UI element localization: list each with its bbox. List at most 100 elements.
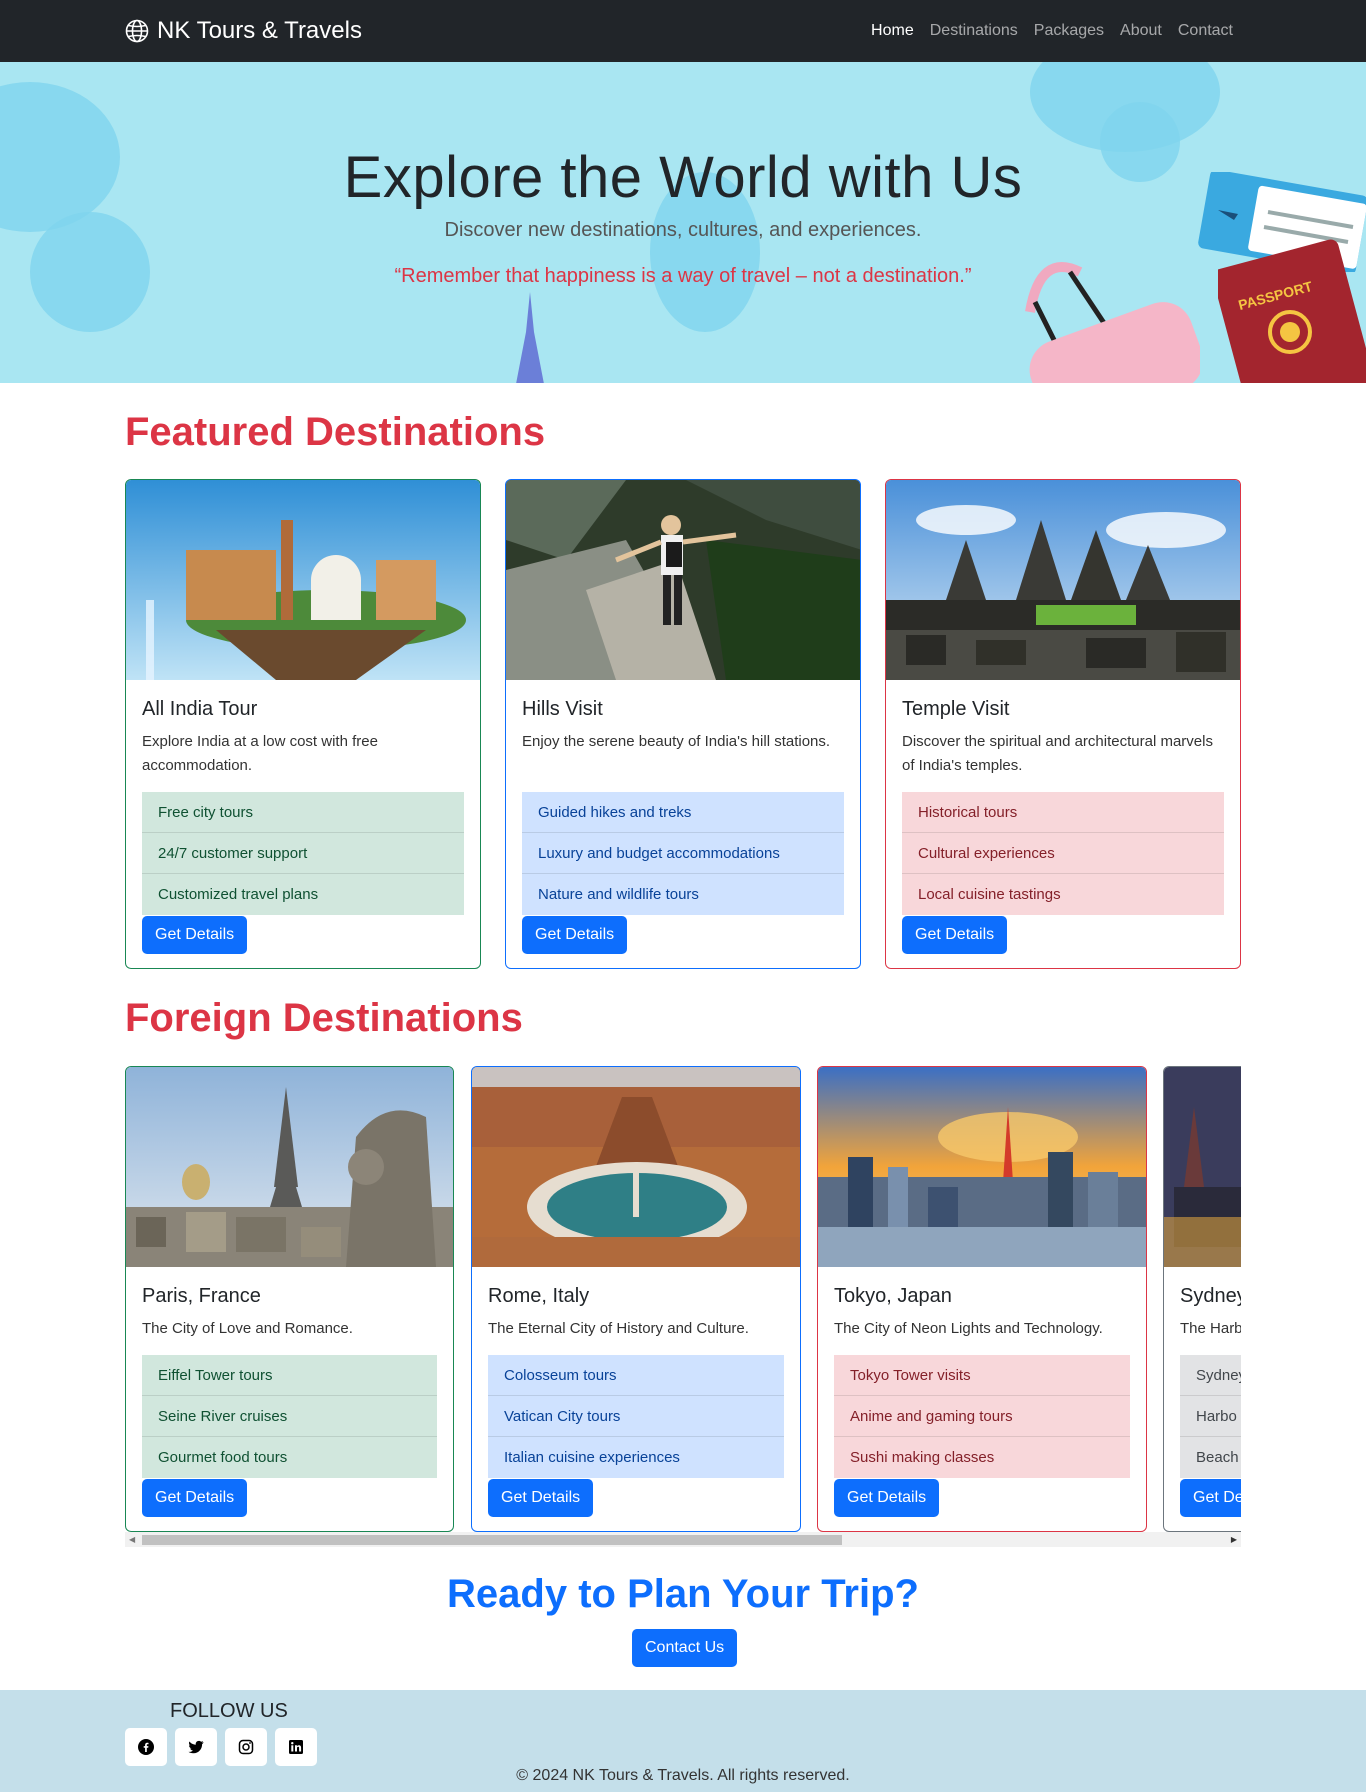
foreign-title: Foreign Destinations xyxy=(125,996,523,1040)
get-details-button[interactable]: Get Details xyxy=(902,916,1008,954)
card-title: Tokyo, Japan xyxy=(834,1285,952,1307)
list-item: Sushi making classes xyxy=(834,1437,1130,1478)
card-feature-list: Historical tours Cultural experiences Lo… xyxy=(902,792,1224,915)
card-feature-list: Eiffel Tower tours Seine River cruises G… xyxy=(142,1355,437,1478)
paris-card-image xyxy=(126,1067,453,1267)
linkedin-link[interactable] xyxy=(275,1728,317,1766)
card-title: All India Tour xyxy=(142,698,258,720)
horizontal-scrollbar[interactable]: ◀ ▶ xyxy=(125,1532,1241,1547)
nav-destinations[interactable]: Destinations xyxy=(930,22,1018,40)
list-item: Eiffel Tower tours xyxy=(142,1355,437,1396)
get-details-button[interactable]: Get Details xyxy=(522,916,628,954)
card-text: Enjoy the serene beauty of India's hill … xyxy=(522,733,831,750)
social-links xyxy=(125,1728,317,1766)
scroll-right-icon[interactable]: ▶ xyxy=(1231,1535,1237,1544)
card-feature-list: Colosseum tours Vatican City tours Itali… xyxy=(488,1355,784,1478)
sydney-card-image xyxy=(1164,1067,1241,1267)
nav-packages[interactable]: Packages xyxy=(1034,22,1104,40)
hero-subtitle: Discover new destinations, cultures, and… xyxy=(444,219,922,241)
list-item: Local cuisine tastings xyxy=(902,874,1224,915)
brand[interactable]: NK Tours & Travels xyxy=(125,0,362,62)
card-text: The Harb xyxy=(1180,1320,1241,1337)
card-title: Hills Visit xyxy=(522,698,603,720)
scroll-left-icon[interactable]: ◀ xyxy=(129,1535,135,1544)
linkedin-icon xyxy=(289,1740,303,1754)
facebook-icon xyxy=(138,1739,154,1755)
get-details-button[interactable]: Get Details xyxy=(488,1479,594,1517)
india-card-image xyxy=(126,480,480,680)
featured-card-india: All India Tour Explore India at a low co… xyxy=(125,479,481,969)
card-text: Explore India at a low cost with free ac… xyxy=(142,733,378,774)
nav-home[interactable]: Home xyxy=(871,22,914,40)
hero-quote: “Remember that happiness is a way of tra… xyxy=(394,265,972,287)
instagram-link[interactable] xyxy=(225,1728,267,1766)
get-details-button[interactable]: Get Details xyxy=(834,1479,940,1517)
foreign-destinations-scroller[interactable]: Paris, France The City of Love and Roman… xyxy=(125,1064,1241,1548)
get-details-button[interactable]: Get Details xyxy=(142,916,248,954)
list-item: Italian cuisine experiences xyxy=(488,1437,784,1478)
card-feature-list: Guided hikes and treks Luxury and budget… xyxy=(522,792,844,915)
list-item: Historical tours xyxy=(902,792,1224,833)
card-title: Temple Visit xyxy=(902,698,1010,720)
list-item: Colosseum tours xyxy=(488,1355,784,1396)
card-feature-list: Free city tours 24/7 customer support Cu… xyxy=(142,792,464,915)
list-item: Vatican City tours xyxy=(488,1396,784,1437)
footer: FOLLOW US © 2024 NK Tours & Travels. All… xyxy=(0,1690,1366,1792)
card-feature-list: Tokyo Tower visits Anime and gaming tour… xyxy=(834,1355,1130,1478)
foreign-card-rome: Rome, Italy The Eternal City of History … xyxy=(471,1066,801,1532)
featured-title: Featured Destinations xyxy=(125,410,546,454)
list-item: Harbo xyxy=(1180,1396,1241,1437)
foreign-card-tokyo: Tokyo, Japan The City of Neon Lights and… xyxy=(817,1066,1147,1532)
nav-contact[interactable]: Contact xyxy=(1178,22,1233,40)
card-text: The City of Love and Romance. xyxy=(142,1320,353,1337)
facebook-link[interactable] xyxy=(125,1728,167,1766)
contact-us-button[interactable]: Contact Us xyxy=(632,1629,738,1667)
card-text: The Eternal City of History and Culture. xyxy=(488,1320,749,1337)
get-details-button[interactable]: Get Details xyxy=(142,1479,248,1517)
card-title: Sydney xyxy=(1180,1285,1241,1307)
foreign-card-paris: Paris, France The City of Love and Roman… xyxy=(125,1066,454,1532)
foreign-card-sydney: Sydney The Harb Sydney Harbo Beach Get D… xyxy=(1163,1066,1241,1532)
card-text: Discover the spiritual and architectural… xyxy=(902,733,1213,774)
twitter-link[interactable] xyxy=(175,1728,217,1766)
copyright: © 2024 NK Tours & Travels. All rights re… xyxy=(516,1767,850,1784)
list-item: Tokyo Tower visits xyxy=(834,1355,1130,1396)
get-details-button[interactable]: Get De xyxy=(1180,1479,1241,1517)
tower-illustration xyxy=(516,292,544,383)
featured-card-hills: Hills Visit Enjoy the serene beauty of I… xyxy=(505,479,861,969)
card-title: Rome, Italy xyxy=(488,1285,590,1307)
list-item: Anime and gaming tours xyxy=(834,1396,1130,1437)
card-feature-list: Sydney Harbo Beach xyxy=(1180,1355,1241,1478)
list-item: Customized travel plans xyxy=(142,874,464,915)
passport-illustration: PASSPORT xyxy=(1218,239,1366,383)
tokyo-card-image xyxy=(818,1067,1146,1267)
list-item: Beach xyxy=(1180,1437,1241,1478)
list-item: Cultural experiences xyxy=(902,833,1224,874)
navbar: NK Tours & Travels Home Destinations Pac… xyxy=(0,0,1366,62)
follow-us-heading: FOLLOW US xyxy=(170,1700,288,1722)
rome-card-image xyxy=(472,1067,800,1267)
list-item: Free city tours xyxy=(142,792,464,833)
list-item: Sydney xyxy=(1180,1355,1241,1396)
list-item: Gourmet food tours xyxy=(142,1437,437,1478)
list-item: 24/7 customer support xyxy=(142,833,464,874)
list-item: Luxury and budget accommodations xyxy=(522,833,844,874)
hero-banner: PASSPORT Explore the World with Us Disco… xyxy=(0,62,1366,383)
brand-name: NK Tours & Travels xyxy=(157,17,362,44)
card-text: The City of Neon Lights and Technology. xyxy=(834,1320,1103,1337)
hero-title: Explore the World with Us xyxy=(343,145,1023,210)
twitter-icon xyxy=(188,1740,204,1754)
nav-links: Home Destinations Packages About Contact xyxy=(871,0,1233,62)
card-title: Paris, France xyxy=(142,1285,261,1307)
list-item: Guided hikes and treks xyxy=(522,792,844,833)
nav-about[interactable]: About xyxy=(1120,22,1162,40)
featured-card-temple: Temple Visit Discover the spiritual and … xyxy=(885,479,1241,969)
temple-card-image xyxy=(886,480,1240,680)
globe-icon xyxy=(125,19,149,43)
hills-card-image xyxy=(506,480,860,680)
list-item: Seine River cruises xyxy=(142,1396,437,1437)
cta-title: Ready to Plan Your Trip? xyxy=(447,1572,919,1616)
instagram-icon xyxy=(238,1739,254,1755)
scroll-thumb[interactable] xyxy=(142,1535,842,1545)
list-item: Nature and wildlife tours xyxy=(522,874,844,915)
